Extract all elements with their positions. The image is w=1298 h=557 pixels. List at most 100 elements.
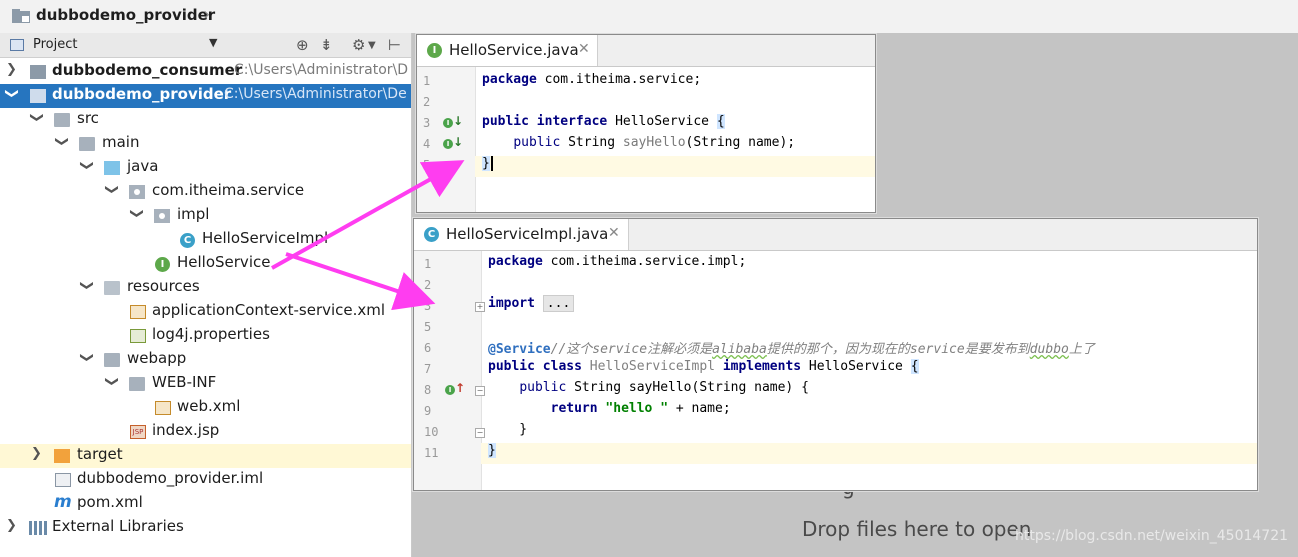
tab-helloserviceimpl[interactable]: C HelloServiceImpl.java ✕ (414, 219, 629, 250)
code-area[interactable]: package com.itheima.service.impl; import… (481, 251, 1257, 490)
folded-imports[interactable]: ... (542, 295, 575, 312)
xml-file-icon (155, 401, 171, 415)
chevron-down-icon[interactable]: ❯ (79, 160, 94, 171)
tree-item-indexjsp[interactable]: JSP index.jsp (0, 420, 411, 444)
line-number: 2 (423, 95, 431, 109)
tree-item-log4j[interactable]: log4j.properties (0, 324, 411, 348)
tree-item-provider[interactable]: ❯ dubbodemo_provider C:\Users\Administra… (0, 84, 411, 108)
tree-item-target[interactable]: ❯ target (0, 444, 411, 468)
code-line-current: } (475, 156, 875, 177)
tree-item-webinf[interactable]: ❯ WEB-INF (0, 372, 411, 396)
chevron-right-icon[interactable]: ❯ (31, 446, 42, 461)
tree-item-label: src (77, 109, 99, 127)
line-number: 10 (424, 425, 439, 439)
line-number: 8 (424, 383, 432, 397)
project-view-selector[interactable]: Project (33, 37, 77, 52)
hide-panel-icon[interactable]: ⊢ (388, 36, 401, 54)
tree-item-label: WEB-INF (152, 373, 217, 391)
close-icon[interactable]: ✕ (608, 225, 620, 241)
tab-label: HelloService.java (449, 41, 579, 59)
tree-item-path: C:\Users\Administrator\D (234, 62, 409, 78)
code-line: import ... (481, 295, 1257, 317)
tree-item-impl[interactable]: ❯ impl (0, 204, 411, 228)
tree-item-package[interactable]: ❯ com.itheima.service (0, 180, 411, 204)
tree-item-label: java (127, 157, 159, 175)
tree-item-label: webapp (127, 349, 187, 367)
code-line: } (488, 422, 528, 437)
chevron-down-icon[interactable]: ❯ (79, 352, 94, 363)
chevron-right-icon[interactable]: ❯ (6, 62, 17, 77)
package-icon (154, 209, 170, 223)
tree-item-label: dubbodemo_provider (52, 85, 232, 103)
breadcrumb-project[interactable]: dubbodemo_provider (36, 6, 215, 24)
folder-icon (129, 377, 145, 391)
class-icon: C (180, 233, 195, 248)
tree-item-src[interactable]: ❯ src (0, 108, 411, 132)
gear-icon[interactable]: ⚙ (352, 36, 365, 54)
tree-item-webapp[interactable]: ❯ webapp (0, 348, 411, 372)
implemented-icon[interactable]: I (443, 118, 453, 128)
interface-icon: I (155, 257, 170, 272)
resources-folder-icon (104, 281, 120, 295)
tree-item-iml[interactable]: dubbodemo_provider.iml (0, 468, 411, 492)
collapse-all-icon[interactable]: ⇟ (320, 36, 333, 54)
code-line-current: } (481, 443, 1257, 464)
arrow-up-icon: ↑ (455, 381, 466, 395)
breadcrumb-chevron-icon: › (203, 4, 211, 25)
chevron-right-icon[interactable]: ❯ (6, 518, 17, 533)
tree-item-main[interactable]: ❯ main (0, 132, 411, 156)
editor-gutter: 1 2 3 5 6 7 8 9 10 11 I ↑ + − − (414, 251, 485, 490)
code-area[interactable]: package com.itheima.service; public inte… (475, 67, 875, 212)
project-panel-header: Project ▼ ⊕ ⇟ ⚙ ▼ ⊢ (0, 33, 411, 58)
code-line: return "hello " + name; (550, 401, 731, 416)
chevron-down-icon[interactable]: ❯ (4, 88, 19, 99)
line-number: 9 (424, 404, 432, 418)
tree-item-pom[interactable]: m pom.xml (0, 492, 411, 516)
maven-icon: m (54, 492, 72, 512)
chevron-down-icon[interactable]: ▼ (209, 36, 217, 49)
tree-item-java[interactable]: ❯ java (0, 156, 411, 180)
folder-icon (54, 113, 70, 127)
chevron-down-icon[interactable]: ❯ (104, 184, 119, 195)
code-line: package com.itheima.service; (482, 72, 702, 87)
tree-item-label: impl (177, 205, 210, 223)
chevron-down-icon[interactable]: ❯ (129, 208, 144, 219)
tree-item-external-libraries[interactable]: ❯ External Libraries (0, 516, 411, 540)
code-line: public class HelloServiceImpl implements… (488, 359, 919, 374)
chevron-down-icon[interactable]: ❯ (79, 280, 94, 291)
code-line: @Service//这个service注解必须是alibaba提供的那个，因为现… (488, 342, 1095, 357)
editor-window-helloservice: I HelloService.java ✕ 1 2 3 4 5 I ↓ I ↓ … (416, 34, 876, 213)
properties-file-icon (130, 329, 146, 343)
gear-dropdown-icon[interactable]: ▼ (368, 40, 376, 51)
tree-item-consumer[interactable]: ❯ dubbodemo_consumer C:\Users\Administra… (0, 60, 411, 84)
editor-tabbar: C HelloServiceImpl.java ✕ (414, 219, 1257, 251)
tree-item-appctx[interactable]: applicationContext-service.xml (0, 300, 411, 324)
chevron-down-icon[interactable]: ❯ (29, 112, 44, 123)
tree-item-helloserviceimpl[interactable]: C HelloServiceImpl (0, 228, 411, 252)
line-number: 11 (424, 446, 439, 460)
tree-item-webxml[interactable]: web.xml (0, 396, 411, 420)
project-folder-icon (12, 9, 30, 23)
folder-icon (79, 137, 95, 151)
tree-item-label: dubbodemo_consumer (52, 61, 243, 79)
interface-icon: I (427, 43, 442, 58)
chevron-down-icon[interactable]: ❯ (104, 376, 119, 387)
locate-icon[interactable]: ⊕ (296, 36, 309, 54)
tree-item-helloservice[interactable]: I HelloService (0, 252, 411, 276)
tree-item-label: log4j.properties (152, 325, 270, 343)
line-number: 3 (423, 116, 431, 130)
module-file-icon (55, 473, 71, 487)
close-icon[interactable]: ✕ (578, 41, 590, 57)
tree-item-label: web.xml (177, 397, 241, 415)
code-line: public interface HelloService { (482, 114, 725, 129)
implementing-method-icon[interactable]: I (445, 385, 455, 395)
line-number: 3 (424, 299, 432, 313)
module-folder-icon (30, 65, 46, 79)
tree-item-label: target (77, 445, 123, 463)
project-panel: Project ▼ ⊕ ⇟ ⚙ ▼ ⊢ ❯ dubbodemo_consumer… (0, 33, 412, 557)
line-number: 7 (424, 362, 432, 376)
implemented-icon[interactable]: I (443, 139, 453, 149)
tree-item-resources[interactable]: ❯ resources (0, 276, 411, 300)
chevron-down-icon[interactable]: ❯ (54, 136, 69, 147)
tab-helloservice[interactable]: I HelloService.java ✕ (417, 35, 598, 66)
